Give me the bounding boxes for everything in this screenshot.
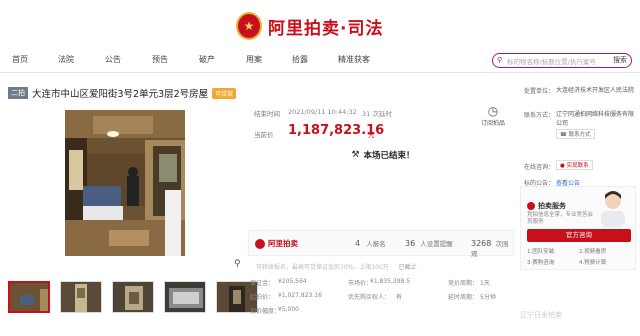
consult-label: 在线咨询： bbox=[524, 164, 555, 171]
service-icon bbox=[527, 202, 535, 210]
consult-button[interactable]: ● 实现联系 bbox=[556, 160, 593, 170]
cycle-value: 1天 bbox=[480, 280, 490, 287]
nav-item-leads[interactable]: 精准获客 bbox=[338, 54, 370, 65]
signup-label: 人报名 bbox=[366, 240, 386, 248]
brand-title: 阿里拍卖·司法 bbox=[268, 18, 384, 39]
deposit-value: ¥205,564 bbox=[278, 278, 307, 285]
stats-brand-label: 阿里拍卖 bbox=[268, 239, 298, 248]
thumbnail-1[interactable] bbox=[8, 281, 50, 313]
brand-mini-icon bbox=[255, 238, 265, 249]
header-divider bbox=[0, 72, 640, 73]
signup-count-block: 4 人报名 bbox=[355, 238, 386, 248]
room-photo-image bbox=[65, 110, 185, 256]
increment-value: ¥5,000 bbox=[278, 306, 299, 313]
market-label: 市场价： bbox=[348, 280, 373, 287]
chat-icon: ● bbox=[560, 163, 565, 169]
service-title-row: 拍卖服务 bbox=[527, 201, 566, 211]
ended-text: 本场已结束！ bbox=[363, 151, 415, 161]
start-label: 起拍价： bbox=[250, 294, 275, 301]
nav-item-cases[interactable]: 用案 bbox=[246, 54, 262, 65]
zoom-icon[interactable]: ⚲ bbox=[234, 259, 241, 269]
contact-name: 辽宁冈通拍网络科技服务有限公司 bbox=[556, 111, 635, 127]
brand-logo[interactable]: ★ 阿里拍卖·司法 bbox=[236, 8, 383, 44]
reminder-count-block: 36 人设置提醒 bbox=[405, 238, 453, 248]
deposit-label: 保证金： bbox=[250, 280, 275, 287]
current-price-label: 当前价 bbox=[254, 131, 274, 139]
thumbnail-4[interactable] bbox=[164, 281, 206, 313]
main-photo[interactable] bbox=[65, 110, 185, 256]
loan-notice: 可转续报名，最高可贷保证金的70%，上限100万 已截止 bbox=[248, 258, 514, 272]
view-count-block: 3268 次围观 bbox=[471, 238, 513, 258]
loan-notice-status: 已截止 bbox=[398, 264, 417, 271]
clock-icon: ◷ bbox=[487, 104, 499, 118]
reminder-label: 人设置提醒 bbox=[420, 240, 453, 248]
cycle-label: 竞价周期： bbox=[448, 280, 479, 287]
reminder-count: 36 bbox=[405, 239, 416, 248]
contact-button[interactable]: ☎ 联系方式 bbox=[556, 129, 595, 139]
lot-title: 大连市中山区爱阳街3号2单元3层2号房屋 bbox=[32, 89, 209, 100]
assistant-avatar bbox=[601, 191, 625, 227]
market-value: ¥1,835,398.5 bbox=[370, 278, 411, 285]
thumbnail-strip bbox=[8, 281, 258, 313]
round-tag: 二拍 bbox=[8, 87, 28, 99]
search-button[interactable]: 搜索 bbox=[613, 55, 627, 65]
stats-bar: 阿里拍卖 4 人报名 36 人设置提醒 3268 次围观 bbox=[248, 230, 514, 258]
search-icon: ⚲ bbox=[497, 56, 503, 64]
step-4[interactable]: 4.税费计算 bbox=[579, 258, 606, 266]
search-placeholder: 标的物名称/标题位置/执行案号 bbox=[507, 58, 596, 66]
priority-label: 优先购买权人： bbox=[348, 294, 391, 301]
subscribe-label: 订阅拍品 bbox=[480, 120, 505, 127]
nav-item-home[interactable]: 首页 bbox=[12, 54, 28, 65]
gavel-icon: ⚒ bbox=[351, 150, 360, 160]
step-2[interactable]: 2.视频看房 bbox=[579, 247, 606, 255]
ext-label: 延时周期： bbox=[448, 294, 479, 301]
nav-item-leaks[interactable]: 拾露 bbox=[292, 54, 308, 65]
nav-item-court[interactable]: 法院 bbox=[58, 54, 74, 65]
end-time: 2021/09/11 10:44:32 bbox=[288, 108, 357, 116]
end-time-label: 结束时间 bbox=[254, 110, 280, 118]
start-value: ¥1,027,823.16 bbox=[278, 292, 322, 299]
lot-title-row: 二拍 大连市中山区爱阳街3号2单元3层2号房屋 可贷款 bbox=[8, 86, 237, 100]
consult-button-label: 实现联系 bbox=[566, 163, 589, 169]
nav-item-bankrupt[interactable]: 破产 bbox=[199, 54, 215, 65]
service-box: 拍卖服务 竞拍信息全掌，专业竞答会员服务 官方咨询 1.团队安装 2.视频看房 … bbox=[520, 186, 636, 270]
contact-label: 联系方式： bbox=[524, 112, 555, 119]
thumbnail-2[interactable] bbox=[60, 281, 102, 313]
subscribe-button[interactable]: ◷ 订阅拍品 bbox=[478, 104, 508, 127]
search-input[interactable]: ⚲ 标的物名称/标题位置/执行案号 搜索 bbox=[492, 53, 632, 68]
thumbnail-3[interactable] bbox=[112, 281, 154, 313]
nav-item-preview[interactable]: 预告 bbox=[152, 54, 168, 65]
contact-button-label: 联系方式 bbox=[568, 132, 591, 138]
priority-value: 有 bbox=[396, 294, 403, 301]
extension-count: 31 次延时 bbox=[362, 110, 392, 118]
service-title: 拍卖服务 bbox=[538, 202, 566, 210]
view-count: 3268 bbox=[471, 239, 492, 248]
ext-value: 5分钟 bbox=[480, 294, 496, 301]
loan-notice-text: 可转续报名，最高可贷保证金的70%，上限100万 bbox=[256, 264, 389, 271]
service-desc: 竞拍信息全掌，专业竞答会员服务 bbox=[527, 212, 594, 225]
court-name: 大连经济技术开发区人民法院 bbox=[556, 87, 635, 94]
step-3[interactable]: 3.赛购咨询 bbox=[527, 258, 554, 266]
signup-count: 4 bbox=[355, 239, 361, 248]
stats-brand: 阿里拍卖 bbox=[255, 238, 298, 249]
increment-label: 加价幅度： bbox=[250, 308, 281, 315]
official-consult-button[interactable]: 官方咨询 bbox=[527, 229, 631, 242]
phone-icon: ☎ bbox=[560, 132, 567, 138]
court-label: 处置单位： bbox=[524, 88, 555, 95]
nav-item-notice[interactable]: 公告 bbox=[105, 54, 121, 65]
watermark: 辽宁日发拍卖 bbox=[520, 311, 562, 319]
auction-ended-notice: ⚒ 本场已结束！ bbox=[252, 140, 514, 170]
step-1[interactable]: 1.团队安装 bbox=[527, 247, 554, 255]
price-unit: 元 bbox=[368, 131, 375, 139]
loan-badge: 可贷款 bbox=[212, 87, 237, 99]
court-emblem-icon: ★ bbox=[236, 12, 262, 40]
